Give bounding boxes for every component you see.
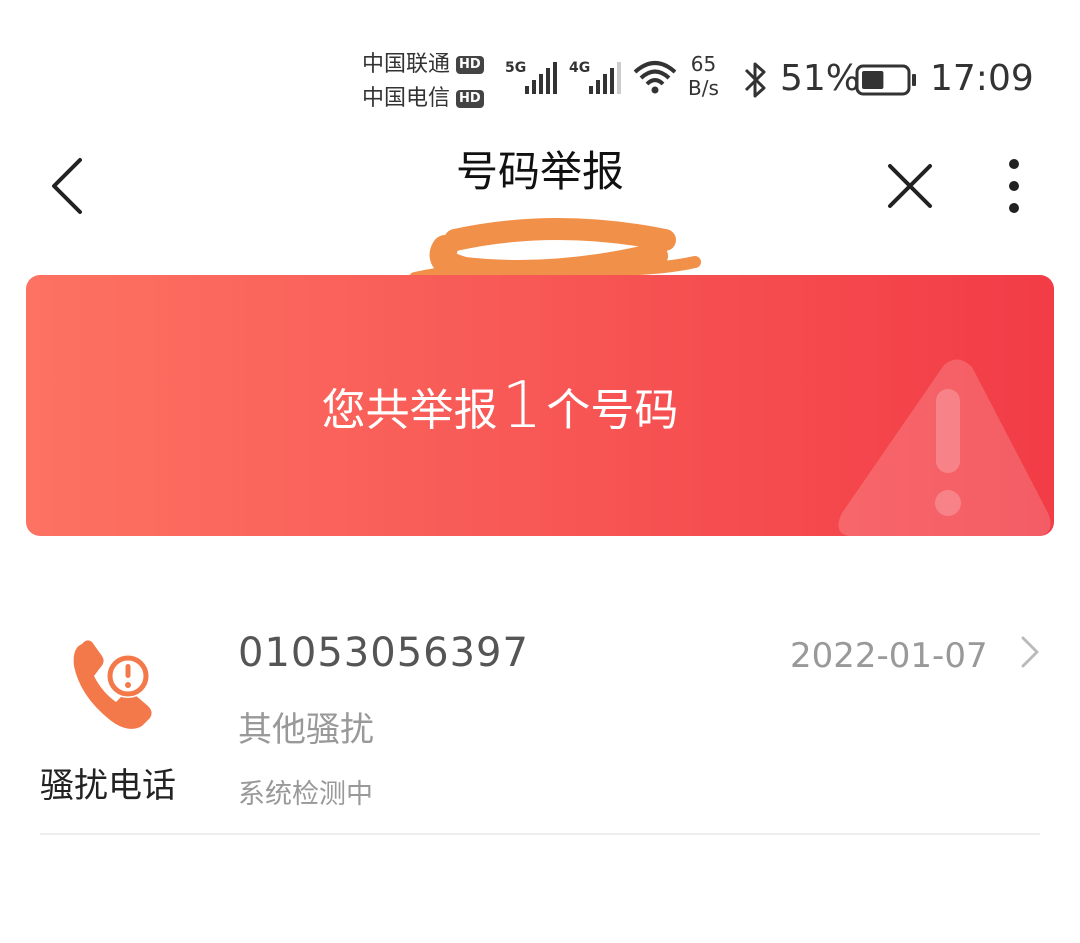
network-speed: 65 B/s [688, 52, 719, 100]
hd-badge-1: HD [456, 56, 484, 74]
more-options-button[interactable] [994, 154, 1034, 218]
bluetooth-icon [744, 62, 766, 98]
signal-4g-label: 4G [569, 60, 591, 76]
report-count-suffix: 个号码 [546, 384, 679, 436]
app-header: 号码举报 [0, 130, 1080, 298]
more-vertical-icon [1009, 159, 1019, 213]
reported-phone-number: 01053056397 [238, 630, 529, 676]
report-summary-banner: 您共举报 1 个号码 [26, 275, 1054, 536]
signal-5g-label: 5G [505, 60, 527, 76]
wifi-icon [633, 61, 677, 94]
signal-4g-icon: 4G [569, 60, 625, 100]
battery-icon [855, 64, 916, 96]
carrier-2-name: 中国电信 [362, 86, 451, 111]
chevron-right-icon [1021, 636, 1039, 668]
report-date: 2022-01-07 [790, 636, 988, 676]
clock: 17:09 [930, 58, 1034, 99]
harassment-phone-icon [73, 640, 152, 729]
hd-badge-2: HD [456, 90, 484, 108]
close-icon [888, 164, 932, 208]
report-count-text: 您共举报 1 个号码 [26, 275, 1054, 536]
report-category: 骚扰电话 [40, 766, 176, 806]
status-bar: 中国联通 HD 中国电信 HD 5G 4G 65 B/s 51% 17:09 [0, 0, 1080, 130]
signal-5g-icon: 5G [505, 60, 561, 100]
carrier-1-name: 中国联通 [362, 52, 451, 77]
battery-percent: 51% [780, 58, 861, 99]
network-speed-unit: B/s [688, 76, 719, 100]
report-reason: 其他骚扰 [238, 710, 374, 750]
network-speed-value: 65 [690, 52, 717, 76]
report-status: 系统检测中 [238, 779, 373, 810]
carrier-info: 中国联通 HD 中国电信 HD [362, 48, 484, 116]
close-button[interactable] [880, 156, 940, 216]
report-list-item[interactable]: 骚扰电话 01053056397 2022-01-07 其他骚扰 系统检测中 [40, 600, 1040, 835]
report-count-prefix: 您共举报 [321, 384, 498, 436]
report-count-number: 1 [501, 368, 543, 443]
